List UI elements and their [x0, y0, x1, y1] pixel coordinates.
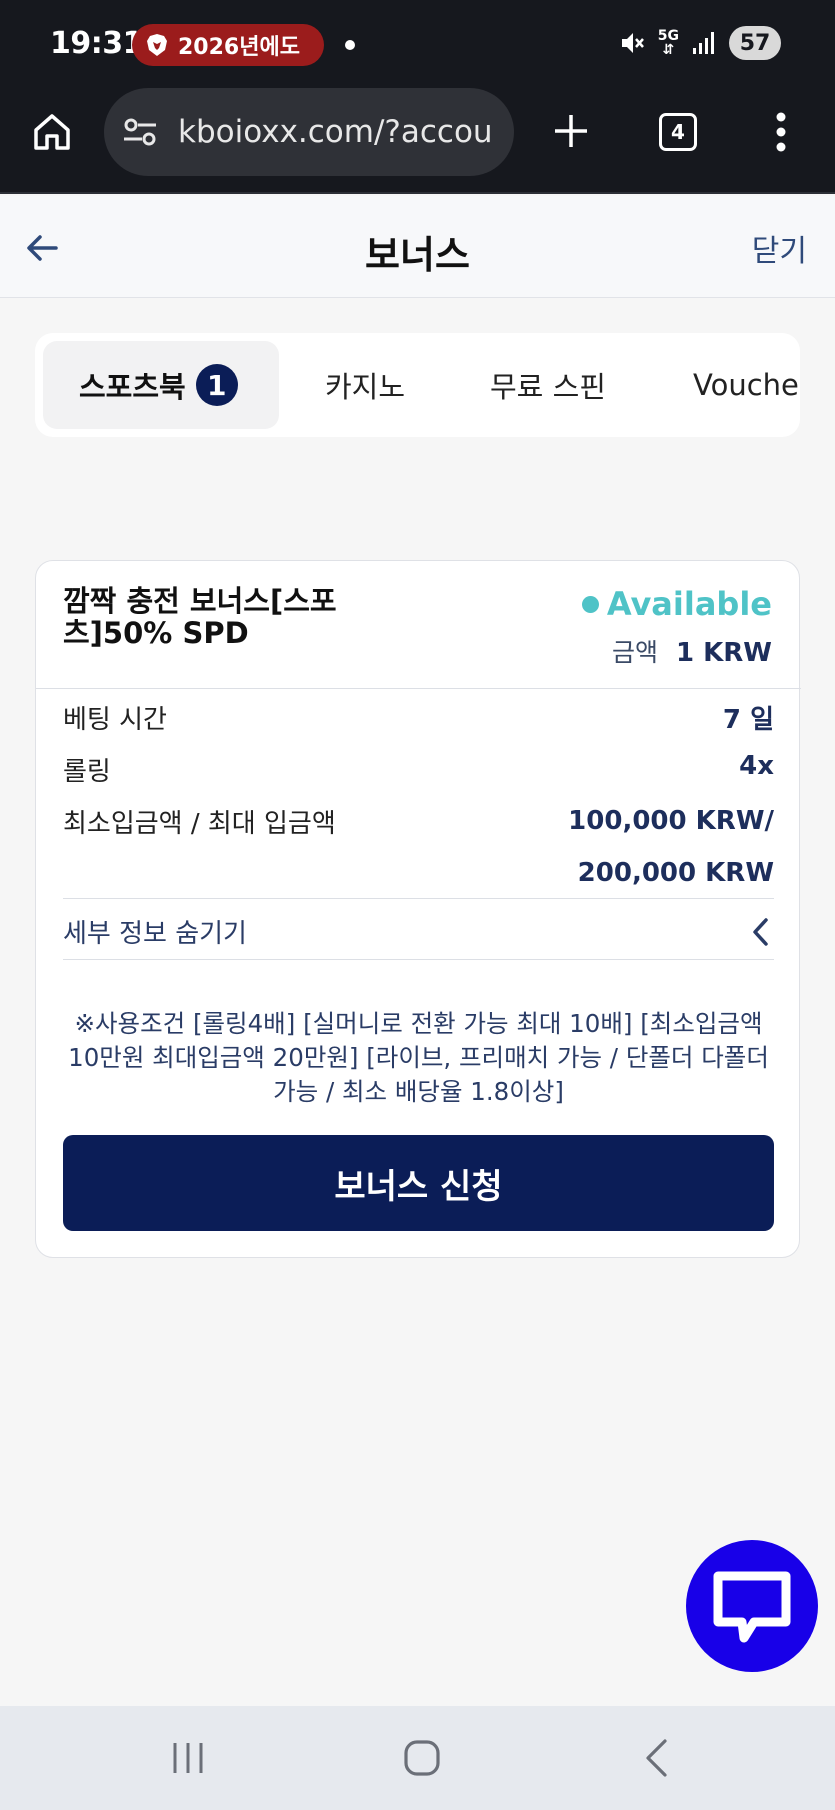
detail-label: 베팅 시간 — [63, 705, 167, 735]
battery-indicator: 57 — [729, 26, 781, 60]
signal-icon — [693, 32, 714, 54]
card-divider — [36, 688, 801, 689]
amount-value: 1 KRW — [676, 638, 772, 668]
hide-details-toggle[interactable]: 세부 정보 숨기기 — [63, 913, 774, 959]
mute-icon — [621, 33, 644, 53]
status-text: Available — [606, 585, 772, 623]
recents-icon — [173, 1743, 203, 1773]
tab-label: 스포츠북 — [79, 370, 186, 404]
bonus-title: 깜짝 충전 보너스[스포츠]50% SPD — [63, 584, 337, 650]
divider — [63, 898, 774, 899]
tab-switcher-button[interactable]: 4 — [656, 110, 700, 154]
home-nav-button[interactable] — [400, 1736, 444, 1780]
detail-label: 롤링 — [63, 757, 111, 787]
detail-row-betting-time: 베팅 시간 7 일 — [63, 699, 774, 735]
tab-count-badge: 1 — [195, 364, 238, 406]
detail-value: 100,000 KRW/ 200,000 KRW — [568, 806, 774, 888]
home-nav-icon — [404, 1740, 440, 1776]
tab-voucher[interactable]: Voucher — [693, 341, 800, 429]
new-tab-icon — [555, 115, 587, 147]
detail-value: 7 일 — [722, 705, 774, 735]
tab-switcher-icon: 4 — [659, 113, 697, 151]
detail-row-deposit-range: 최소입금액 / 최대 입금액 100,000 KRW/ 200,000 KRW — [63, 803, 774, 893]
bonus-amount: 금액 1 KRW — [612, 633, 772, 669]
tab-casino[interactable]: 카지노 — [325, 341, 405, 429]
close-button[interactable]: 닫기 — [752, 226, 807, 270]
usage-conditions-note: ※사용조건 [롤링4배] [실머니로 전환 가능 최대 10배] [최소입금액 … — [68, 1009, 769, 1106]
back-nav-icon — [646, 1739, 667, 1777]
notification-dot — [345, 40, 355, 50]
home-button[interactable] — [28, 108, 76, 156]
amount-label: 금액 — [611, 638, 658, 667]
chat-icon — [713, 1571, 791, 1643]
tab-label: Voucher — [693, 368, 800, 402]
status-indicator-dot — [581, 595, 599, 613]
bonus-category-tabs: 스포츠북 1 카지노 무료 스핀 Voucher — [35, 333, 800, 437]
more-menu-icon — [776, 112, 786, 152]
site-settings-icon — [124, 118, 156, 146]
page-header: 보너스 닫기 — [0, 196, 835, 298]
apply-bonus-button[interactable]: 보너스 신청 — [63, 1135, 774, 1231]
detail-label: 최소입금액 / 최대 입금액 — [63, 809, 336, 839]
notification-text: 2026년에도 — [178, 35, 300, 60]
tab-free-spins[interactable]: 무료 스핀 — [490, 341, 606, 429]
tab-sportsbook[interactable]: 스포츠북 1 — [43, 341, 279, 429]
recents-button[interactable] — [168, 1736, 208, 1780]
status-icons: 5G ⇵ 57 — [618, 26, 781, 60]
notification-pill[interactable]: 2026년에도 — [132, 24, 324, 66]
brave-icon — [147, 34, 167, 56]
bonus-status: Available — [581, 585, 772, 623]
home-icon — [34, 114, 70, 150]
detail-value: 4x — [739, 751, 774, 781]
new-tab-button[interactable] — [548, 108, 594, 154]
more-menu-button[interactable] — [766, 108, 796, 156]
data-arrows-icon: ⇵ — [662, 42, 675, 58]
url-text: kboioxx.com/?accou — [178, 114, 493, 150]
bonus-card: 깜짝 충전 보너스[스포츠]50% SPD Available 금액 1 KRW… — [35, 560, 801, 1258]
toggle-label: 세부 정보 숨기기 — [63, 919, 247, 949]
url-field[interactable]: kboioxx.com/?accou — [104, 88, 514, 176]
network-label: 5G ⇵ — [657, 28, 679, 58]
system-nav-bar — [0, 1706, 835, 1810]
divider — [63, 959, 774, 960]
chevron-left-icon — [753, 918, 768, 946]
browser-toolbar: kboioxx.com/?accou 4 — [0, 88, 835, 194]
back-nav-button[interactable] — [638, 1736, 674, 1780]
detail-row-rolling: 롤링 4x — [63, 751, 774, 787]
tab-label: 무료 스핀 — [490, 370, 606, 404]
status-time: 19:31 — [50, 26, 144, 61]
tab-label: 카지노 — [325, 370, 406, 404]
status-bar: 19:31 2026년에도 5G ⇵ 57 — [0, 0, 835, 88]
chat-button[interactable] — [686, 1540, 818, 1672]
page-title: 보너스 — [365, 233, 470, 277]
